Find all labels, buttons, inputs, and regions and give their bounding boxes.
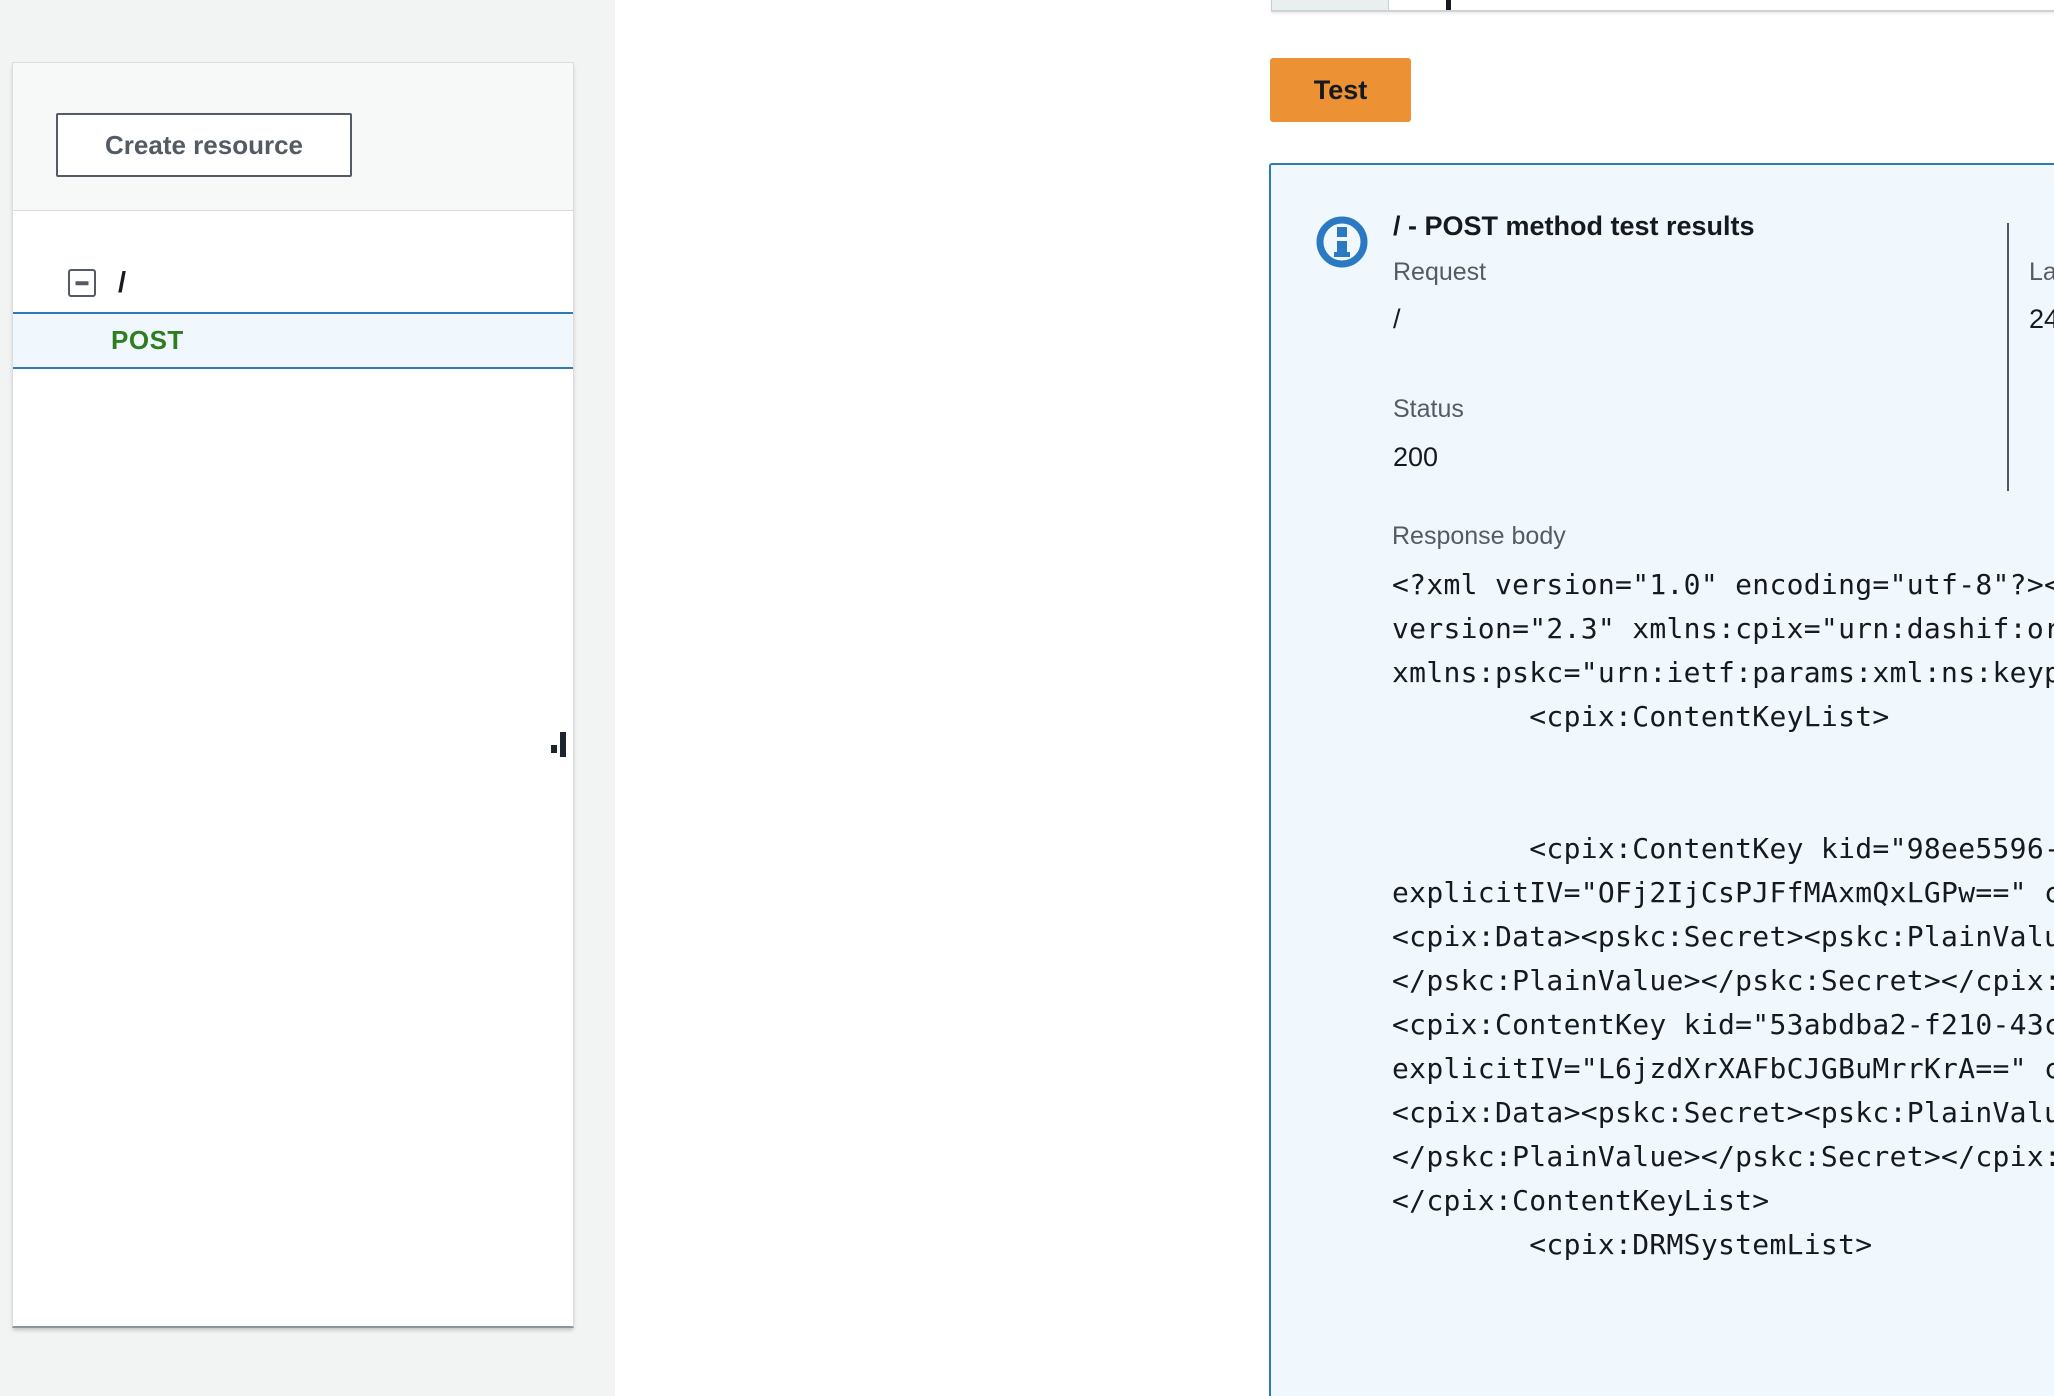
clipped-text-glyph	[1446, 0, 1451, 10]
resources-panel-header: Create resource	[13, 63, 573, 211]
response-body-content: <?xml version="1.0" encoding="utf-8"?><c…	[1392, 568, 2054, 1261]
info-icon	[1315, 215, 1369, 269]
resource-root-path: /	[118, 266, 127, 299]
resources-panel: Create resource / POST	[12, 62, 574, 1328]
resize-handle-dot	[551, 745, 557, 753]
results-title: / - POST method test results	[1393, 211, 1755, 241]
response-body-label: Response body	[1392, 522, 1566, 550]
request-label: Request	[1393, 258, 1487, 286]
create-resource-button[interactable]: Create resource	[56, 113, 352, 177]
request-value: /	[1393, 304, 1401, 334]
main-content: Test / - POST method test results Reques…	[615, 0, 2054, 1396]
latency-label: Latency ms	[2029, 258, 2054, 286]
method-label-post: POST	[111, 325, 184, 355]
resource-tree-root-row[interactable]: /	[13, 253, 573, 313]
test-results-panel: / - POST method test results Request / S…	[1269, 163, 2054, 1396]
test-button[interactable]: Test	[1270, 58, 1411, 122]
status-label: Status	[1393, 395, 1464, 423]
request-form-row-clipped[interactable]	[1271, 0, 2054, 12]
api-gateway-test-page: Create resource / POST Test / - POST met…	[0, 0, 2054, 1396]
panel-resize-handle[interactable]	[551, 732, 567, 758]
status-value: 200	[1393, 442, 1439, 472]
latency-value: 247	[2029, 304, 2054, 334]
resize-handle-bar	[560, 732, 566, 757]
collapse-minus-icon[interactable]	[68, 269, 96, 297]
request-form-row-label-cell	[1272, 0, 1389, 10]
results-column-divider	[2007, 223, 2009, 491]
method-row-post[interactable]: POST	[13, 312, 573, 369]
